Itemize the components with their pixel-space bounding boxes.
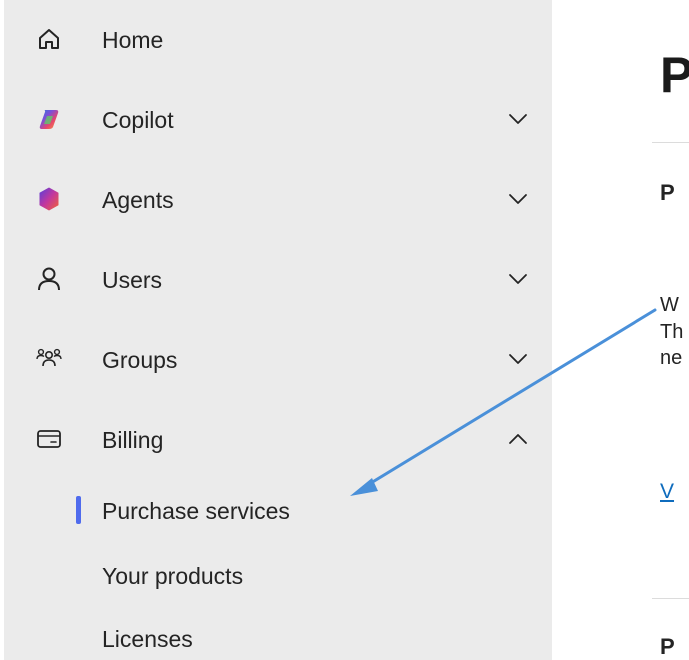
page-title: P	[660, 47, 689, 103]
description-line: ne	[660, 347, 683, 369]
active-indicator	[76, 496, 81, 524]
main-content: P P W Th ne V P	[552, 0, 689, 660]
chevron-down-icon[interactable]	[506, 348, 530, 370]
divider	[652, 598, 689, 599]
sidebar-subitem-label: Purchase services	[102, 498, 290, 524]
chevron-down-icon[interactable]	[506, 108, 530, 130]
nav-item-home[interactable]: Home	[4, 17, 552, 61]
section-heading: P	[660, 180, 675, 205]
nav-item-label: Users	[102, 267, 163, 293]
sidebar-subitem-licenses[interactable]: Licenses	[4, 618, 552, 658]
section-heading: P	[660, 634, 675, 659]
user-icon	[36, 266, 62, 292]
billing-icon	[36, 426, 62, 452]
sidebar-subitem-purchase-services[interactable]: Purchase services	[4, 490, 552, 530]
nav-item-agents[interactable]: Agents	[4, 177, 552, 221]
nav-item-billing[interactable]: Billing	[4, 417, 552, 461]
sidebar-subitem-label: Your products	[102, 563, 244, 589]
nav-item-users[interactable]: Users	[4, 257, 552, 301]
sidebar-subitem-your-products[interactable]: Your products	[4, 555, 552, 595]
agents-icon	[36, 186, 62, 212]
left-navigation-pane: Home Copilot Agents Users Groups Billing…	[4, 0, 552, 660]
chevron-down-icon[interactable]	[506, 268, 530, 290]
sidebar-subitem-label: Licenses	[102, 626, 193, 652]
chevron-up-icon[interactable]	[506, 428, 530, 450]
home-icon	[36, 26, 62, 52]
chevron-down-icon[interactable]	[506, 188, 530, 210]
description-line: W	[660, 294, 679, 316]
nav-item-copilot[interactable]: Copilot	[4, 97, 552, 141]
copilot-icon	[36, 106, 62, 132]
view-link[interactable]: V	[660, 480, 674, 504]
nav-item-label: Billing	[102, 427, 164, 453]
nav-item-label: Agents	[102, 187, 174, 213]
nav-item-label: Groups	[102, 347, 178, 373]
nav-item-groups[interactable]: Groups	[4, 337, 552, 381]
divider	[652, 142, 689, 143]
description-line: Th	[660, 321, 684, 343]
nav-item-label: Copilot	[102, 107, 174, 133]
nav-item-label: Home	[102, 27, 164, 53]
groups-icon	[36, 346, 62, 372]
